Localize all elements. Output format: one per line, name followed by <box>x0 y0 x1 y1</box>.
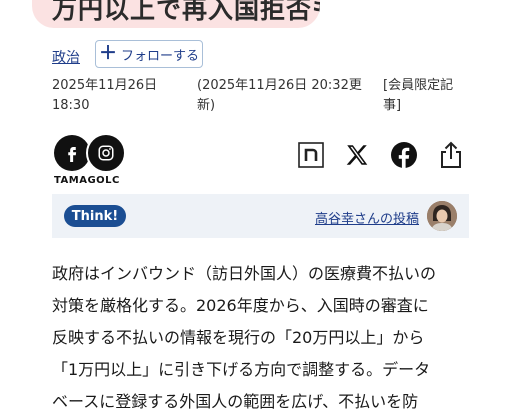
instagram-avatar-icon <box>86 133 126 173</box>
follow-button[interactable]: ＋ フォローする <box>95 40 203 68</box>
think-bar: Think! 高谷幸さんの投稿 <box>52 194 469 238</box>
updated-line-1: (2025年11月26日 20:32更 <box>197 78 362 93</box>
published-timestamp: 2025年11月26日 18:30 <box>52 76 157 116</box>
share-icon[interactable] <box>436 140 466 170</box>
members-only-label: [会員限定記 事] <box>383 76 453 116</box>
category-link[interactable]: 政治 <box>52 47 80 67</box>
x-icon[interactable] <box>342 140 372 170</box>
think-post-link[interactable]: 高谷幸さんの投稿 <box>315 208 419 227</box>
article-line: 政府はインバウンド（訪日外国人）の医療費不払いの <box>52 264 437 283</box>
article-line: ベースに登録する外国人の範囲を広げ、不払いを防 <box>52 392 419 411</box>
published-time: 18:30 <box>52 98 90 113</box>
headline-banner: 万円以上で再入国拒否も <box>32 0 320 28</box>
note-icon[interactable] <box>296 140 326 170</box>
article-line: 対策を厳格化する。2026年度から、入国時の審査に <box>52 296 429 315</box>
article-line: 「1万円以上」に引き下げる方向で調整する。データ <box>52 360 431 379</box>
members-line-1: [会員限定記 <box>383 78 454 93</box>
headline-text: 万円以上で再入国拒否も <box>52 0 320 24</box>
think-badge[interactable]: Think! <box>64 205 126 227</box>
plus-icon: ＋ <box>98 43 117 64</box>
article-body: 政府はインバウンド（訪日外国人）の医療費不払いの 対策を厳格化する。2026年度… <box>52 258 472 418</box>
follow-label: フォローする <box>120 48 199 64</box>
facebook-icon[interactable] <box>389 140 419 170</box>
facebook-avatar-icon <box>54 135 90 171</box>
members-line-2: 事] <box>383 98 402 113</box>
published-date: 2025年11月26日 <box>52 78 158 93</box>
updated-line-2: 新) <box>197 98 216 113</box>
updated-timestamp: (2025年11月26日 20:32更 新) <box>197 76 362 116</box>
commenter-avatar[interactable] <box>427 201 457 231</box>
article-line: 反映する不払いの情報を現行の「20万円以上」から <box>52 328 425 347</box>
author-name: TAMAGOLC <box>54 175 120 186</box>
